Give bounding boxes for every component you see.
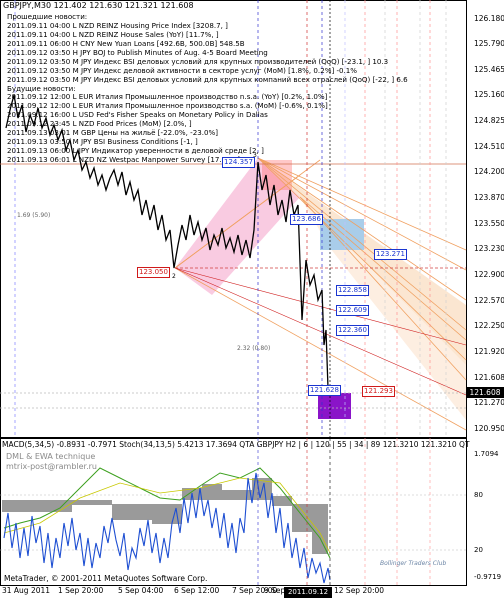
price-tick: 124.200 — [474, 167, 504, 176]
time-tick: 12 Sep 20:00 — [334, 586, 385, 595]
symbol-header: GBPJPY,M30 121.402 121.630 121.321 121.6… — [3, 1, 194, 10]
pivot-2: 2 — [172, 273, 176, 280]
price-tick: 124.510 — [474, 142, 504, 151]
current-price-tag: 121.608 — [466, 387, 504, 398]
level-label: 124.357 — [222, 157, 255, 168]
blue-box — [320, 219, 364, 250]
indicator-min: -0.9719 — [474, 573, 502, 581]
level-label: 122.609 — [336, 305, 369, 316]
price-tick: 126.180 — [474, 14, 504, 23]
indicator-level-20: 20 — [474, 546, 483, 554]
level-label: 123.686 — [290, 214, 323, 225]
price-tick: 121.920 — [474, 347, 504, 356]
price-tick: 125.160 — [474, 90, 504, 99]
price-tick: 121.270 — [474, 398, 504, 407]
level-label: 122.360 — [336, 325, 369, 336]
price-tick: 125.790 — [474, 39, 504, 48]
fib-note: 2.32 (0.80) — [237, 345, 271, 352]
indicator-max: 1.7094 — [474, 450, 499, 458]
time-tick: 1 Sep 20:00 — [58, 586, 104, 595]
cursor-time-tag: 2011.09.12 10:47 — [284, 587, 332, 607]
price-tick: 121.608 — [474, 373, 504, 382]
news-item: 2011.09.13 06:01 L NZD NZ Westpac Manpow… — [7, 155, 241, 164]
price-tick: 124.825 — [474, 116, 504, 125]
watermark-email: mtrix-post@rambler.ru — [6, 462, 98, 471]
price-tick: 125.465 — [474, 65, 504, 74]
indicator-header: MACD(5,34,5) -0.8931 -0.7971 Stoch(34,13… — [2, 440, 470, 449]
fib-note: 1.69 (5.90) — [17, 212, 51, 219]
level-label: 122.858 — [336, 285, 369, 296]
price-tick: 123.870 — [474, 193, 504, 202]
price-tick: 122.900 — [474, 270, 504, 279]
source-label: Bollinger Traders Club — [380, 560, 447, 567]
indicator-level-80: 80 — [474, 491, 483, 499]
time-tick: 9 Sep — [264, 586, 286, 595]
level-label: 121.628 — [308, 385, 341, 396]
copyright: MetaTrader, © 2001-2011 MetaQuotes Softw… — [4, 574, 208, 583]
price-tick: 122.250 — [474, 321, 504, 330]
watermark-technique: DML & EWA technique — [6, 452, 96, 461]
level-label: 123.050 — [137, 267, 170, 278]
chart-window[interactable]: 2 3 GBPJPY,M30 121.402 121.630 121.321 1… — [0, 0, 504, 607]
news-list: Прошедшие новости: 2011.09.11 04:00 L NZ… — [7, 12, 408, 165]
time-tick: 31 Aug 2011 — [2, 586, 51, 595]
price-tick: 120.950 — [474, 424, 504, 433]
time-tick: 5 Sep 04:00 — [118, 586, 164, 595]
price-tick: 123.230 — [474, 244, 504, 253]
purple-box — [318, 393, 351, 419]
price-tick: 123.550 — [474, 219, 504, 228]
level-label: 121.293 — [362, 386, 395, 397]
level-label: 123.271 — [374, 249, 407, 260]
price-tick: 122.570 — [474, 296, 504, 305]
time-tick: 6 Sep 12:00 — [174, 586, 220, 595]
